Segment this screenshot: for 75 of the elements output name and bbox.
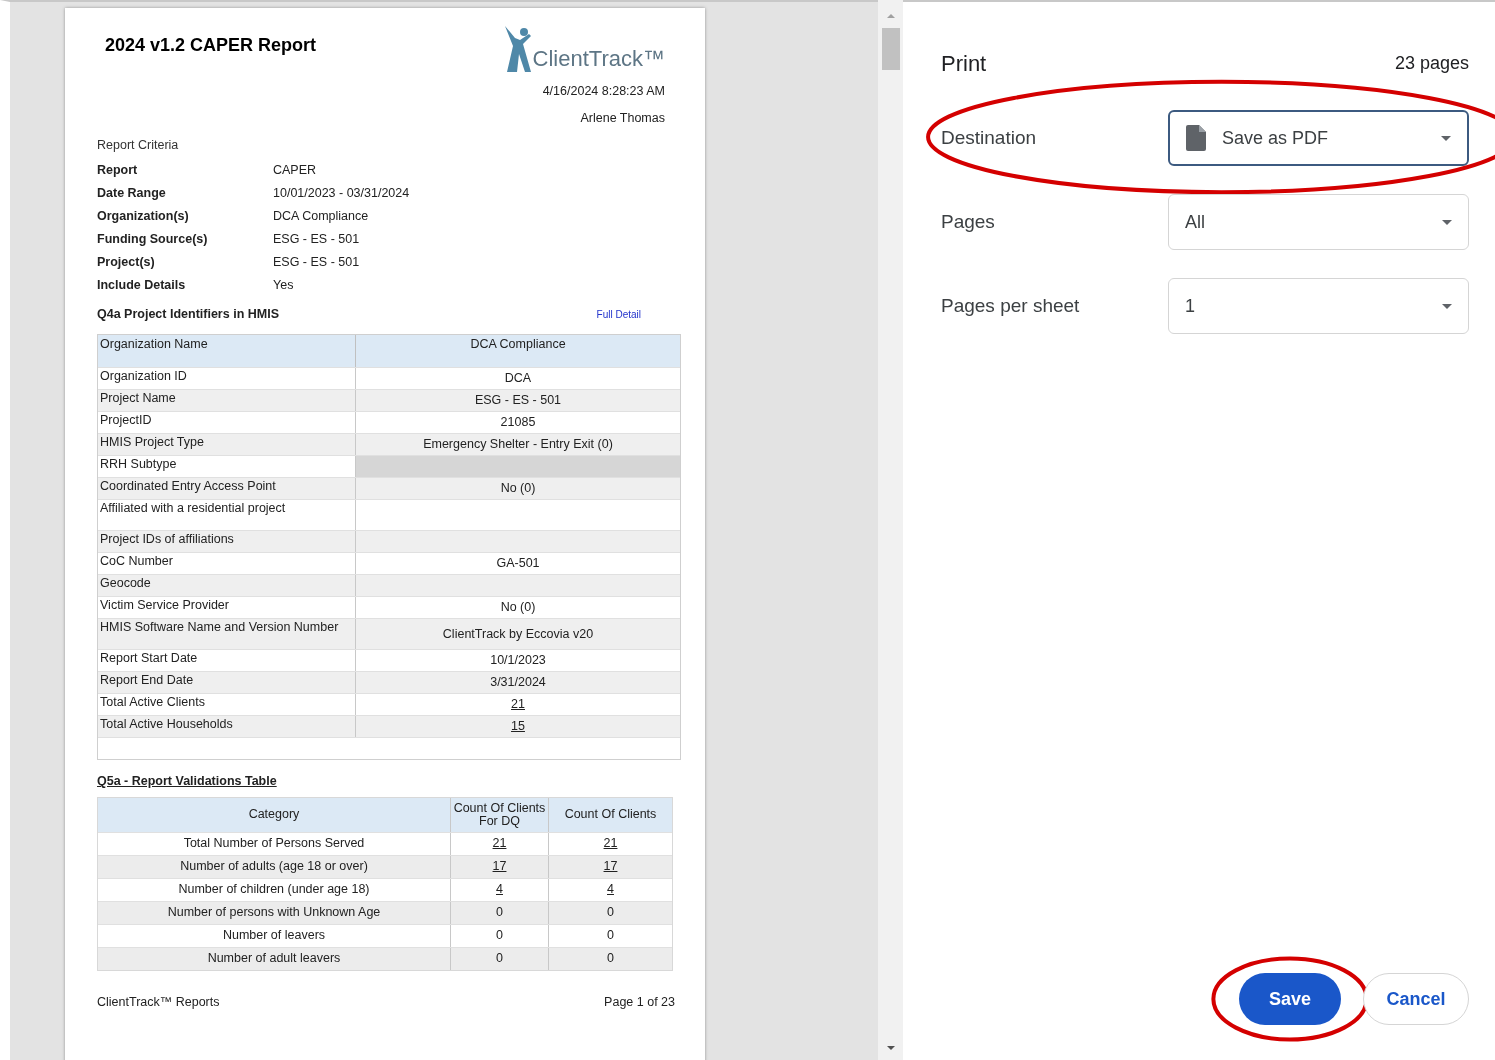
criteria-value: Yes xyxy=(273,277,294,295)
count-link[interactable]: 17 xyxy=(492,857,507,877)
table-header-cell-text: DCA Compliance xyxy=(469,336,567,353)
criteria-label: Include Details xyxy=(97,277,187,295)
cell-value: 21085 xyxy=(500,414,536,432)
table-header-cell: Count Of Clients For DQ xyxy=(450,797,548,832)
caret-icon xyxy=(1442,303,1452,309)
caret-icon xyxy=(1442,219,1452,225)
criteria-label: Report xyxy=(97,162,139,180)
setting-label: Destination xyxy=(941,125,1037,150)
criteria-value: DCA Compliance xyxy=(273,208,369,226)
count-link[interactable]: 4 xyxy=(607,880,614,900)
criteria-label: Date Range xyxy=(97,185,167,203)
cell-value: Emergency Shelter - Entry Exit (0) xyxy=(423,436,613,454)
dropdown-field[interactable]: Save as PDF xyxy=(1168,110,1469,166)
scrollbar-thumb[interactable] xyxy=(881,28,900,70)
table-cell-text: 0 xyxy=(496,950,503,968)
cell-value: ESG - ES - 501 xyxy=(474,392,562,410)
criteria-value: ESG - ES - 501 xyxy=(273,254,360,272)
cell-value: 3/31/2024 xyxy=(490,674,546,692)
setting-label: Pages per sheet xyxy=(941,293,1080,318)
table-cell-text: Number of leavers xyxy=(221,927,327,945)
page-count: 23 pages xyxy=(1394,52,1469,75)
table-cell-text: Total Number of Persons Served xyxy=(182,835,366,853)
count-link[interactable]: 15 xyxy=(511,717,525,736)
table-cell-text: 0 xyxy=(607,927,614,945)
dropdown-field[interactable]: 1 xyxy=(1168,278,1469,334)
table-cell-text: Number of children (under age 18) xyxy=(177,881,371,899)
count-link[interactable]: 21 xyxy=(492,834,507,854)
table-cell-text: 0 xyxy=(496,927,503,945)
cell-value: 10/1/2023 xyxy=(490,652,546,670)
scroll-down-icon[interactable] xyxy=(886,1046,895,1050)
scroll-up-icon[interactable] xyxy=(886,14,895,18)
section-title: Q4a Project Identifiers in HMIS xyxy=(97,306,279,324)
table-cell-text: Number of adults (age 18 or over) xyxy=(179,858,369,876)
table-header-cell: Count Of Clients xyxy=(548,797,672,832)
footer-text: ClientTrack™ Reports xyxy=(97,993,220,1011)
page-number: Page 1 of 23 xyxy=(604,993,675,1011)
criteria-label: Organization(s) xyxy=(97,208,190,226)
dropdown-field[interactable]: All xyxy=(1168,194,1469,250)
table-cell-text: 0 xyxy=(496,904,503,922)
cell-value: GA-501 xyxy=(496,555,540,573)
criteria-value: CAPER xyxy=(273,162,317,180)
setting-label: Pages xyxy=(941,209,995,234)
table-header-cell-text: Category xyxy=(247,808,301,822)
file-icon xyxy=(1186,125,1206,151)
table-cell-text: Number of persons with Unknown Age xyxy=(166,904,382,922)
table-cell-text: 0 xyxy=(607,904,614,922)
count-link[interactable]: 21 xyxy=(511,695,525,714)
report-title: 2024 v1.2 CAPER Report xyxy=(104,34,317,57)
cell-value: ClientTrack by Eccovia v20 xyxy=(442,625,594,643)
report-author: Arlene Thomas xyxy=(580,109,665,127)
cell-value: No (0) xyxy=(500,599,536,617)
caret-icon xyxy=(1441,135,1451,141)
count-link[interactable]: 17 xyxy=(603,857,618,877)
cell-value: DCA xyxy=(504,370,532,388)
criteria-value: ESG - ES - 501 xyxy=(273,231,360,249)
cancel-button[interactable]: Cancel xyxy=(1363,973,1469,1025)
criteria-label: Funding Source(s) xyxy=(97,231,209,249)
section-title: Q5a - Report Validations Table xyxy=(97,773,278,790)
table-cell-text: Number of adult leavers xyxy=(206,950,342,968)
full-detail-link[interactable]: Full Detail xyxy=(596,307,641,323)
report-timestamp: 4/16/2024 8:28:23 AM xyxy=(542,83,665,100)
criteria-label: Project(s) xyxy=(97,254,156,272)
logo-text: ClientTrack™ xyxy=(532,48,665,73)
table-cell-text: 0 xyxy=(607,950,614,968)
scrollbar[interactable] xyxy=(878,0,903,1060)
cell-value: No (0) xyxy=(500,480,536,498)
count-link[interactable]: 21 xyxy=(603,834,618,854)
count-link[interactable]: 4 xyxy=(496,880,503,900)
print-title: Print xyxy=(941,50,987,78)
criteria-value: 10/01/2023 - 03/31/2024 xyxy=(273,185,410,203)
table-cell: Total Active Households xyxy=(98,716,356,737)
save-button[interactable]: Save xyxy=(1239,973,1341,1025)
criteria-heading: Report Criteria xyxy=(97,136,180,154)
